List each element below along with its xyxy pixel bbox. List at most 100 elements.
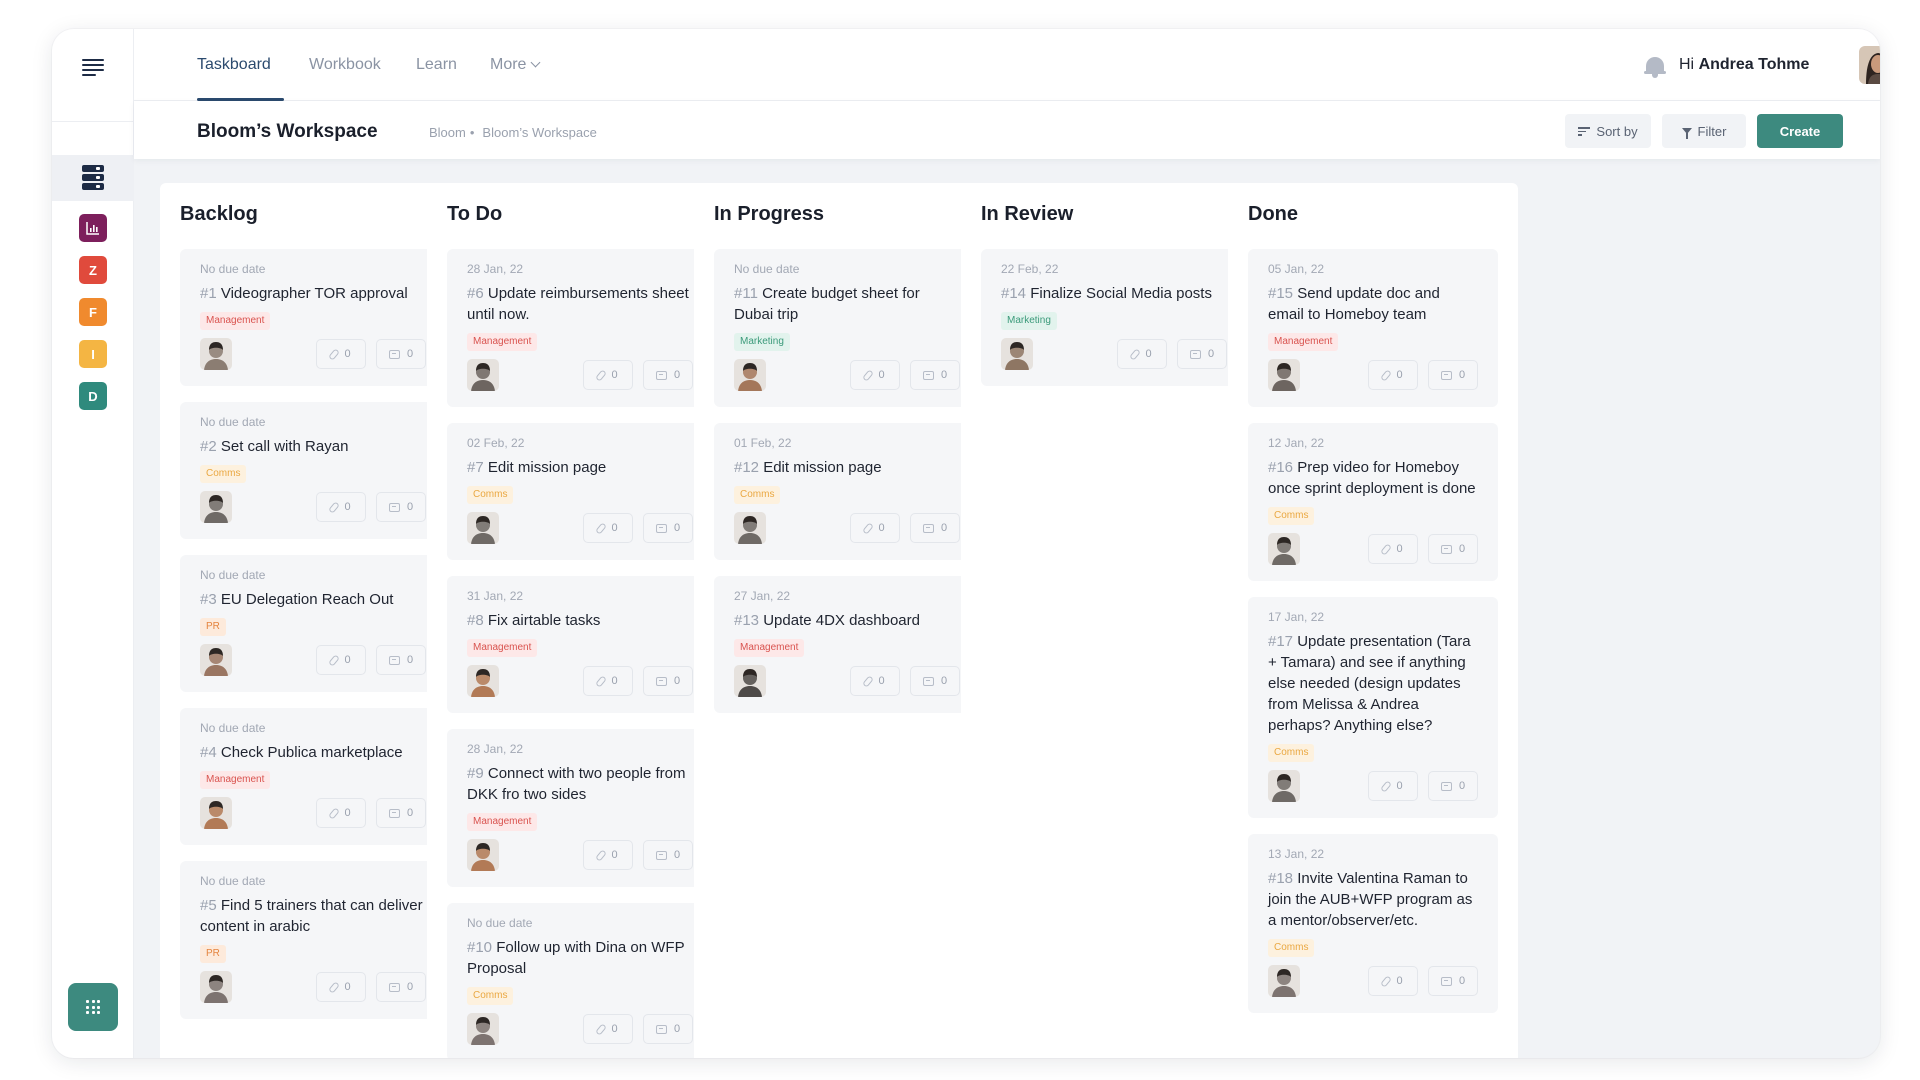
task-card[interactable]: 28 Jan, 22 #6 Update reimbursements sheet… [447, 249, 713, 407]
assignee-avatar[interactable] [1268, 770, 1300, 802]
comments-count[interactable]: 0 [1428, 360, 1478, 390]
workspace-item-i[interactable]: I [79, 340, 107, 368]
attachments-count[interactable]: 0 [316, 645, 366, 675]
task-card[interactable]: No due date #2 Set call with Rayan Comms 0 0 [180, 402, 446, 539]
task-card[interactable]: No due date #5 Find 5 trainers that can d… [180, 861, 446, 1019]
assignee-avatar[interactable] [734, 665, 766, 697]
task-card[interactable]: 05 Jan, 22 #15 Send update doc and email … [1248, 249, 1498, 407]
comments-count[interactable]: 0 [643, 360, 693, 390]
comments-count[interactable]: 0 [643, 513, 693, 543]
assignee-avatar[interactable] [467, 665, 499, 697]
comments-count[interactable]: 0 [910, 360, 960, 390]
assignee-avatar[interactable] [200, 338, 232, 370]
attachments-count[interactable]: 0 [1368, 771, 1418, 801]
attachments-count[interactable]: 0 [583, 360, 633, 390]
assignee-avatar[interactable] [467, 512, 499, 544]
attachments-count[interactable]: 0 [583, 1014, 633, 1044]
assignee-avatar[interactable] [467, 839, 499, 871]
attachments-count[interactable]: 0 [316, 798, 366, 828]
task-card[interactable]: No due date #3 EU Delegation Reach Out PR 0… [180, 555, 446, 692]
comments-count[interactable]: 0 [1428, 966, 1478, 996]
card-meta: 00 [1368, 360, 1478, 390]
assignee-avatar[interactable] [200, 971, 232, 1003]
comments-count[interactable]: 0 [643, 840, 693, 870]
tab-more[interactable]: More [490, 56, 541, 74]
assignee-avatar[interactable] [1001, 338, 1033, 370]
notification-bell-icon[interactable] [1644, 55, 1666, 79]
comments-count[interactable]: 0 [376, 339, 426, 369]
comments-count[interactable]: 0 [376, 492, 426, 522]
task-card[interactable]: No due date #10 Follow up with Dina on WF… [447, 903, 713, 1058]
paperclip-icon [595, 521, 608, 535]
attachments-count[interactable]: 0 [1117, 339, 1167, 369]
attachments-count[interactable]: 0 [316, 492, 366, 522]
assignee-avatar[interactable] [1268, 359, 1300, 391]
attachments-count[interactable]: 0 [316, 339, 366, 369]
workspace-item-chart[interactable] [79, 214, 107, 242]
attachments-count[interactable]: 0 [583, 513, 633, 543]
task-card[interactable]: 28 Jan, 22 #9 Connect with two people fro… [447, 729, 713, 887]
attachments-count[interactable]: 0 [1368, 534, 1418, 564]
comments-count[interactable]: 0 [643, 1014, 693, 1044]
task-card[interactable]: 12 Jan, 22 #16 Prep video for Homeboy onc… [1248, 423, 1498, 581]
user-avatar[interactable] [1859, 46, 1880, 84]
task-card[interactable]: No due date #11 Create budget sheet for D… [714, 249, 980, 407]
comments-count[interactable]: 0 [643, 666, 693, 696]
attachments-count[interactable]: 0 [1368, 966, 1418, 996]
comments-count[interactable]: 0 [910, 513, 960, 543]
attachments-value: 0 [1396, 369, 1403, 381]
assignee-avatar[interactable] [734, 512, 766, 544]
task-card[interactable]: 02 Feb, 22 #7 Edit mission page Comms 0 0 [447, 423, 713, 560]
comments-count[interactable]: 0 [1428, 534, 1478, 564]
tab-learn[interactable]: Learn [416, 56, 457, 74]
tab-workbook[interactable]: Workbook [309, 56, 381, 74]
due-date: 13 Jan, 22 [1268, 847, 1325, 861]
attachments-count[interactable]: 0 [583, 666, 633, 696]
sidebar-item-database[interactable] [52, 155, 134, 201]
comments-count[interactable]: 0 [910, 666, 960, 696]
task-card[interactable]: 13 Jan, 22 #18 Invite Valentina Raman to … [1248, 834, 1498, 1013]
assignee-avatar[interactable] [467, 359, 499, 391]
sort-button[interactable]: Sort by [1565, 114, 1651, 148]
assignee-avatar[interactable] [734, 359, 766, 391]
tab-taskboard[interactable]: Taskboard [197, 56, 271, 74]
workspace-item-d[interactable]: D [79, 382, 107, 410]
filter-button[interactable]: Filter [1662, 114, 1746, 148]
workspace-item-f[interactable]: F [79, 298, 107, 326]
attachments-value: 0 [344, 348, 351, 360]
task-card[interactable]: No due date #1 Videographer TOR approval M… [180, 249, 446, 386]
attachments-count[interactable]: 0 [1368, 360, 1418, 390]
task-card[interactable]: 17 Jan, 22 #17 Update presentation (Tara … [1248, 597, 1498, 818]
apps-grid-button[interactable] [68, 983, 118, 1031]
paperclip-icon [862, 521, 875, 535]
comments-count[interactable]: 0 [1177, 339, 1227, 369]
hamburger-menu-icon[interactable] [82, 59, 104, 77]
attachments-count[interactable]: 0 [850, 513, 900, 543]
assignee-avatar[interactable] [467, 1013, 499, 1045]
comments-count[interactable]: 0 [376, 972, 426, 1002]
assignee-avatar[interactable] [1268, 965, 1300, 997]
task-title: #11 Create budget sheet for Dubai trip [734, 283, 960, 325]
attachments-count[interactable]: 0 [583, 840, 633, 870]
task-card[interactable]: 01 Feb, 22 #12 Edit mission page Comms 0 0 [714, 423, 980, 560]
task-card[interactable]: No due date #4 Check Publica marketplace M… [180, 708, 446, 845]
comment-icon [655, 850, 667, 860]
task-card[interactable]: 27 Jan, 22 #13 Update 4DX dashboard Manage… [714, 576, 980, 713]
assignee-avatar[interactable] [200, 797, 232, 829]
task-card[interactable]: 31 Jan, 22 #8 Fix airtable tasks Managemen… [447, 576, 713, 713]
assignee-avatar[interactable] [200, 491, 232, 523]
card-meta: 00 [1368, 534, 1478, 564]
assignee-avatar[interactable] [200, 644, 232, 676]
assignee-avatar[interactable] [1268, 533, 1300, 565]
comments-count[interactable]: 0 [1428, 771, 1478, 801]
comments-count[interactable]: 0 [376, 645, 426, 675]
task-card[interactable]: 22 Feb, 22 #14 Finalize Social Media post… [981, 249, 1247, 386]
breadcrumb-item-bloom[interactable]: Bloom [429, 125, 466, 140]
attachments-count[interactable]: 0 [316, 972, 366, 1002]
workspace-item-z[interactable]: Z [79, 256, 107, 284]
attachments-count[interactable]: 0 [850, 360, 900, 390]
attachments-count[interactable]: 0 [850, 666, 900, 696]
breadcrumb-item-workspace[interactable]: Bloom’s Workspace [482, 125, 596, 140]
create-button[interactable]: Create [1757, 114, 1843, 148]
comments-count[interactable]: 0 [376, 798, 426, 828]
